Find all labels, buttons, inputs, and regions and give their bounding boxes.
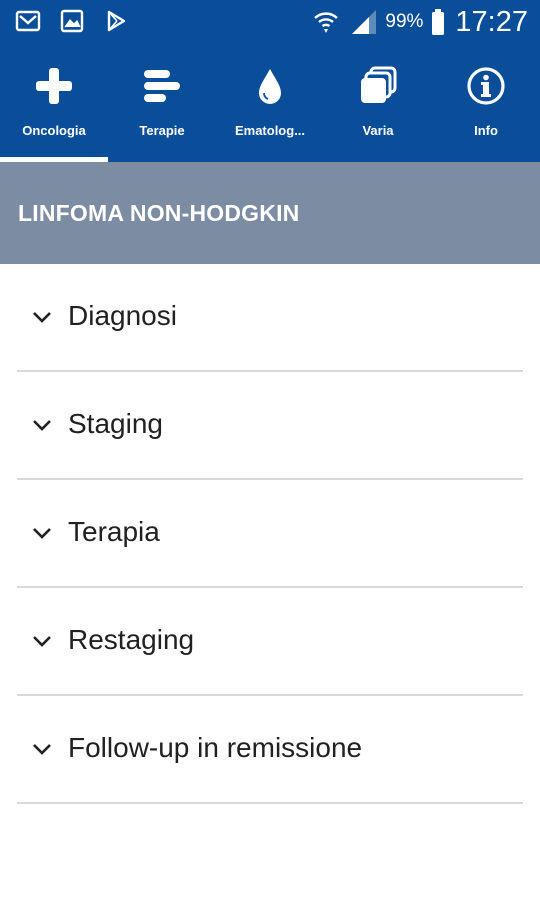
list-item-label: Follow-up in remissione bbox=[68, 732, 363, 763]
stack-icon bbox=[356, 64, 400, 108]
tab-label: Oncologia bbox=[22, 123, 86, 138]
gallery-icon bbox=[60, 9, 84, 33]
list-item-label: Terapia bbox=[68, 516, 160, 547]
tab-bar: Oncologia Terapie Ematolog... Varia Info bbox=[0, 44, 540, 162]
list-item-restaging[interactable]: Restaging bbox=[17, 588, 523, 696]
tab-terapie[interactable]: Terapie bbox=[108, 44, 216, 162]
bars-icon bbox=[140, 64, 184, 108]
chevron-down-icon bbox=[33, 420, 51, 431]
chevron-down-icon bbox=[33, 528, 51, 539]
accordion-list: Diagnosi Staging Terapia Restaging Follo… bbox=[0, 264, 540, 804]
tab-oncologia[interactable]: Oncologia bbox=[0, 44, 108, 162]
section-header: LINFOMA NON-HODGKIN bbox=[0, 162, 540, 264]
tab-varia[interactable]: Varia bbox=[324, 44, 432, 162]
status-bar: 99% 17:27 bbox=[0, 0, 540, 44]
chevron-down-icon bbox=[33, 636, 51, 647]
tab-label: Info bbox=[474, 123, 498, 138]
play-store-icon bbox=[107, 10, 126, 32]
tab-label: Ematolog... bbox=[234, 123, 306, 138]
list-item-label: Diagnosi bbox=[68, 300, 177, 331]
tab-label: Varia bbox=[362, 123, 394, 138]
list-item-label: Restaging bbox=[68, 624, 195, 655]
info-icon bbox=[464, 64, 508, 108]
list-item-staging[interactable]: Staging bbox=[17, 372, 523, 480]
chevron-down-icon bbox=[33, 312, 51, 323]
gmail-icon bbox=[15, 10, 41, 32]
list-item-label: Staging bbox=[68, 408, 163, 439]
chevron-down-icon bbox=[33, 744, 51, 755]
clock: 17:27 bbox=[455, 5, 528, 38]
tab-ematologia[interactable]: Ematolog... bbox=[216, 44, 324, 162]
wifi-icon bbox=[314, 12, 339, 33]
list-item-terapia[interactable]: Terapia bbox=[17, 480, 523, 588]
system-icons: 99% 17:27 bbox=[311, 4, 528, 40]
tab-label: Terapie bbox=[139, 123, 185, 138]
page-title: LINFOMA NON-HODGKIN bbox=[18, 200, 300, 226]
list-item-follow-up[interactable]: Follow-up in remissione bbox=[17, 696, 523, 804]
list-item-diagnosi[interactable]: Diagnosi bbox=[17, 264, 523, 372]
plus-icon bbox=[32, 64, 76, 108]
tab-info[interactable]: Info bbox=[432, 44, 540, 162]
drop-icon bbox=[248, 64, 292, 108]
battery-icon bbox=[432, 9, 445, 35]
notification-icons bbox=[14, 7, 130, 35]
battery-percent: 99% bbox=[385, 11, 424, 32]
signal-icon bbox=[352, 10, 377, 34]
